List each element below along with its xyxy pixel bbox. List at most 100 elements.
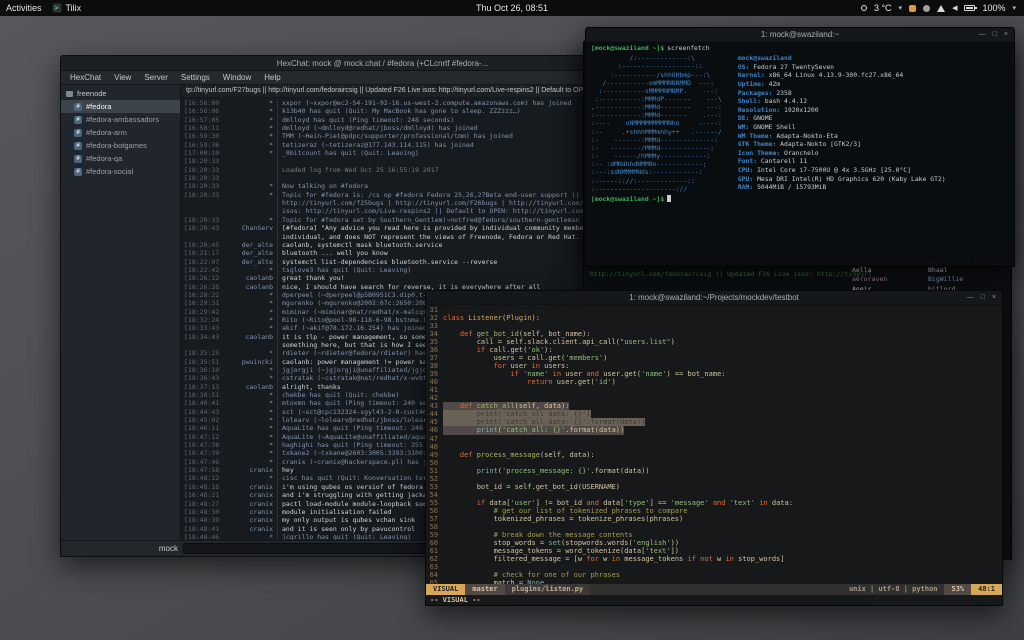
code-segment: stop_words] bbox=[734, 555, 785, 563]
channel-item-fedora-arm[interactable]: ##fedora-arm bbox=[61, 126, 180, 139]
nick: cranix bbox=[219, 500, 277, 508]
code-text: filtered_message = [w for w in message_t… bbox=[443, 555, 784, 563]
nick: * bbox=[219, 324, 277, 332]
network-label: freenode bbox=[77, 89, 107, 98]
temperature-label: 3 °C bbox=[874, 3, 892, 13]
code-line: 41 bbox=[426, 386, 1002, 394]
line-number: 54 bbox=[426, 491, 443, 499]
app-indicator-icon[interactable] bbox=[909, 5, 916, 12]
code-line: 33 bbox=[426, 322, 1002, 330]
sysinfo-row: RAM: 5044MiB / 15793MiB bbox=[738, 183, 946, 192]
code-line: 39 if 'name' in user and user.get('name'… bbox=[426, 370, 1002, 378]
code-segment: ): bbox=[544, 346, 552, 354]
code-segment: .format(data)) bbox=[565, 426, 624, 434]
timestamp: [18:35:25] bbox=[181, 349, 219, 357]
close-icon[interactable]: × bbox=[992, 294, 996, 301]
system-status-area[interactable]: 3 °C ▾ ◀ 100% ▾ bbox=[861, 3, 1024, 13]
code-segment: .format(data)) bbox=[591, 467, 650, 475]
menu-settings[interactable]: Settings bbox=[181, 73, 210, 82]
code-segment bbox=[443, 467, 477, 475]
menu-server[interactable]: Server bbox=[144, 73, 168, 82]
code-text: bot_id = self.get_bot_id(USERNAME) bbox=[443, 483, 620, 491]
code-text: for user in users: bbox=[443, 362, 569, 370]
code-line: 51 print('process_message: {}'.format(da… bbox=[426, 467, 1002, 475]
nick: * bbox=[219, 149, 277, 157]
nick: * bbox=[219, 408, 277, 416]
terminal-titlebar[interactable]: 1: mock@swaziland:~ — □ × bbox=[586, 28, 1014, 42]
battery-icon bbox=[964, 5, 975, 11]
own-nick-label[interactable]: mock bbox=[66, 544, 178, 553]
vim-code[interactable]: 31 32class Listener(Plugin):33 34 def ge… bbox=[426, 305, 1002, 584]
menu-window[interactable]: Window bbox=[223, 73, 251, 82]
gnome-top-bar: Activities > Tilix Thu Oct 26, 08:51 3 °… bbox=[0, 0, 1024, 16]
line-number: 46 bbox=[426, 426, 443, 434]
sysinfo-label: Packages: bbox=[738, 89, 776, 97]
network-row[interactable]: freenode bbox=[61, 87, 180, 100]
timestamp: [18:28:22] bbox=[181, 291, 219, 299]
code-text: if call.get('ok'): bbox=[443, 346, 553, 354]
channel-item-fedora[interactable]: ##fedora bbox=[61, 100, 180, 113]
line-number: 48 bbox=[426, 443, 443, 451]
minimize-icon[interactable]: — bbox=[979, 31, 986, 38]
menu-help[interactable]: Help bbox=[264, 73, 280, 82]
channel-item-fedora-ambassadors[interactable]: ##fedora-ambassadors bbox=[61, 113, 180, 126]
code-text: call = self.slack.client.api_call("users… bbox=[443, 338, 675, 346]
code-segment: 'type' bbox=[624, 499, 649, 507]
nick: * bbox=[219, 349, 277, 357]
timestamp: [18:45:02] bbox=[181, 416, 219, 424]
terminal-content[interactable]: [mock@swaziland ~]$screenfetch /:-------… bbox=[586, 42, 1014, 266]
nick: caolanb bbox=[219, 383, 277, 391]
code-segment: 'name' bbox=[523, 370, 548, 378]
code-segment: and bbox=[713, 499, 726, 507]
minimize-icon[interactable]: — bbox=[967, 294, 974, 301]
menu-view[interactable]: View bbox=[114, 73, 131, 82]
code-line: 59 # break down the message contents bbox=[426, 531, 1002, 539]
vim-titlebar[interactable]: 1: mock@swaziland:~/Projects/mockdev/tes… bbox=[426, 291, 1002, 305]
channel-icon: # bbox=[74, 155, 82, 163]
timestamp: [18:47:46] bbox=[181, 458, 219, 466]
close-icon[interactable]: × bbox=[1004, 31, 1008, 38]
code-segment: 'ok' bbox=[527, 346, 544, 354]
channel-tree[interactable]: freenode##fedora##fedora-ambassadors##fe… bbox=[61, 85, 181, 540]
timestamp bbox=[181, 199, 219, 207]
menu-hexchat[interactable]: HexChat bbox=[70, 73, 101, 82]
line-number: 64 bbox=[426, 571, 443, 579]
nick: * bbox=[219, 316, 277, 324]
maximize-icon[interactable]: □ bbox=[981, 294, 985, 301]
focused-app-menu[interactable]: > Tilix bbox=[52, 3, 82, 13]
code-segment: message_tokens bbox=[620, 555, 687, 563]
nick: * bbox=[219, 441, 277, 449]
timestamp: [16:58:11] bbox=[181, 124, 219, 132]
timestamp: [18:47:58] bbox=[181, 466, 219, 474]
timestamp: [18:32:24] bbox=[181, 316, 219, 324]
code-segment: user bbox=[506, 362, 531, 370]
code-text bbox=[443, 491, 447, 499]
code-segment: in bbox=[725, 555, 733, 563]
code-segment: # break down the message contents bbox=[443, 531, 633, 539]
sysinfo-value: x86_64 Linux 4.13.9-300.fc27.x86_64 bbox=[769, 71, 904, 79]
sysinfo-row: mock@swaziland bbox=[738, 54, 946, 63]
channel-item-fedora-qa[interactable]: ##fedora-qa bbox=[61, 152, 180, 165]
code-line: 52 bbox=[426, 475, 1002, 483]
maximize-icon[interactable]: □ bbox=[993, 31, 997, 38]
code-segment: call.get( bbox=[485, 346, 527, 354]
code-segment: ) bbox=[671, 338, 675, 346]
channel-item-fedora-social[interactable]: ##fedora-social bbox=[61, 165, 180, 178]
code-segment bbox=[443, 451, 460, 459]
nick: * bbox=[219, 216, 277, 224]
git-branch-segment: master bbox=[465, 584, 504, 595]
nick: * bbox=[219, 424, 277, 432]
nick: der_alte bbox=[219, 249, 277, 257]
nick: * bbox=[219, 141, 277, 149]
app-indicator-icon-2[interactable] bbox=[923, 5, 930, 12]
code-segment: 'process_message: {}' bbox=[502, 467, 591, 475]
code-text bbox=[443, 435, 447, 443]
code-line: 64 # check for one of our phrases bbox=[426, 571, 1002, 579]
code-segment: if bbox=[510, 370, 518, 378]
code-segment: ]) bbox=[671, 547, 679, 555]
code-segment: users: bbox=[540, 362, 570, 370]
code-segment: message_tokens = word_tokenize(data[ bbox=[443, 547, 645, 555]
activities-button[interactable]: Activities bbox=[6, 3, 42, 13]
channel-item-fedora-botgames[interactable]: ##fedora-botgames bbox=[61, 139, 180, 152]
sysinfo-value: Intel Core i7-7500U @ 4x 3.5GHz [25.0°C] bbox=[757, 166, 911, 174]
